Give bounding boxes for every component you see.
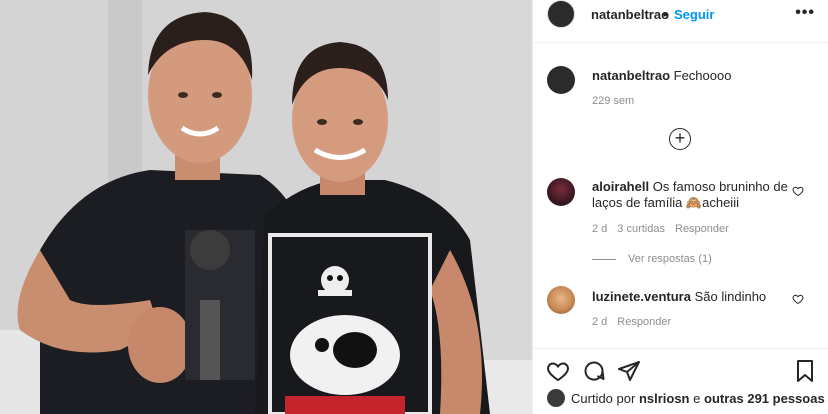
comment: luzinete.ventura São lindinho xyxy=(592,289,792,305)
liker-username[interactable]: nslriosn xyxy=(639,391,690,406)
comment-avatar[interactable] xyxy=(547,286,575,314)
likes-conjunction: e xyxy=(693,390,701,406)
caption-avatar[interactable] xyxy=(547,66,575,94)
likes-others-link[interactable]: outras 291 pessoas xyxy=(704,391,825,406)
divider xyxy=(592,258,616,260)
comment-username[interactable]: aloirahell xyxy=(592,179,649,194)
post-header: natanbeltrao • Seguir ••• xyxy=(533,0,828,43)
comment-timestamp: 2 d xyxy=(592,316,608,328)
load-more-comments-button[interactable]: + xyxy=(669,128,691,150)
heart-icon[interactable] xyxy=(792,185,804,197)
caption-timestamp: 229 sem xyxy=(592,95,635,107)
share-icon[interactable] xyxy=(617,359,641,383)
comment-meta: 2 d Responder xyxy=(592,316,671,328)
more-icon[interactable]: ••• xyxy=(795,4,815,22)
author-username[interactable]: natanbeltrao xyxy=(591,7,669,22)
author-avatar[interactable] xyxy=(547,0,575,28)
view-replies-button[interactable]: Ver respostas (1) xyxy=(592,253,712,265)
comment-icon[interactable] xyxy=(582,359,606,383)
comment-text: São lindinho xyxy=(694,289,767,304)
reply-button[interactable]: Responder xyxy=(675,223,729,235)
likes-prefix: Curtido por xyxy=(571,390,636,406)
follow-button[interactable]: Seguir xyxy=(674,7,714,22)
liker-avatar[interactable] xyxy=(547,389,565,407)
caption: natanbeltrao Fechoooo xyxy=(592,68,731,83)
heart-icon[interactable] xyxy=(792,293,804,305)
view-replies-label: Ver respostas (1) xyxy=(628,253,712,265)
bookmark-icon[interactable] xyxy=(793,359,817,383)
reply-button[interactable]: Responder xyxy=(617,316,671,328)
comment-username[interactable]: luzinete.ventura xyxy=(592,289,691,304)
plus-icon: + xyxy=(674,128,686,148)
caption-text: Fechoooo xyxy=(673,68,732,83)
caption-username[interactable]: natanbeltrao xyxy=(592,68,670,83)
comment-likes-count[interactable]: 3 curtidas xyxy=(617,223,665,235)
comment: aloirahell Os famoso bruninho de laços d… xyxy=(592,179,792,211)
action-bar: Curtido por nslriosn e outras 291 pessoa… xyxy=(533,348,828,414)
heart-icon[interactable] xyxy=(546,359,570,383)
comment-meta: 2 d 3 curtidas Responder xyxy=(592,223,729,235)
comment-timestamp: 2 d xyxy=(592,223,608,235)
likes-summary: Curtido por nslriosn e outras 291 pessoa… xyxy=(547,389,825,407)
separator-dot: • xyxy=(663,7,668,22)
photo-illustration xyxy=(0,0,532,414)
comment-avatar[interactable] xyxy=(547,178,575,206)
post-details-panel: natanbeltrao • Seguir ••• natanbeltrao F… xyxy=(532,0,828,414)
post-photo[interactable] xyxy=(0,0,532,414)
